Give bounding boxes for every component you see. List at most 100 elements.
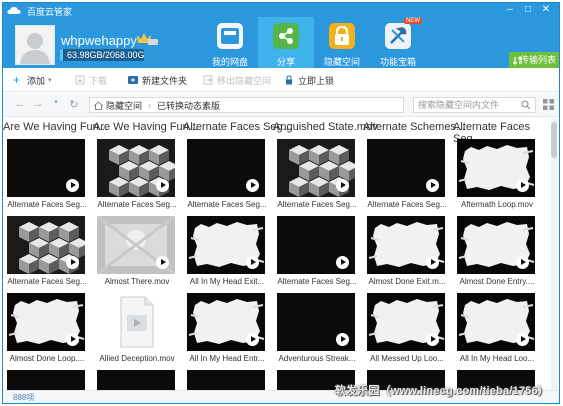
file-tile[interactable]: Aftermath Loop.mov <box>453 137 539 214</box>
video-thumbnail[interactable] <box>7 293 85 351</box>
file-tile[interactable]: Alternate Faces Seg... <box>3 137 89 214</box>
vip-crown-icon[interactable] <box>136 32 158 46</box>
file-name: Almost Done Exit.m... <box>368 277 446 286</box>
grid-view-icon[interactable] <box>543 99 554 110</box>
play-icon[interactable] <box>66 256 79 269</box>
video-thumbnail[interactable] <box>457 216 535 274</box>
transfer-list-label: 传输列表 <box>519 55 556 65</box>
play-icon[interactable] <box>66 179 79 192</box>
default-avatar-icon <box>20 33 50 64</box>
scrollbar[interactable] <box>551 118 557 390</box>
transfer-list-button[interactable]: 传输列表 <box>509 52 559 68</box>
video-thumbnail[interactable] <box>7 216 85 274</box>
item-count: 888项 <box>13 393 35 402</box>
video-thumbnail[interactable] <box>277 216 355 274</box>
file-tile[interactable]: Almost Done Entry.... <box>453 214 539 291</box>
file-name: All In My Head Entr... <box>189 354 265 363</box>
file-tile[interactable]: Alternate Faces Seg... <box>93 137 179 214</box>
video-thumbnail[interactable] <box>187 370 265 390</box>
video-file-icon[interactable] <box>97 293 175 351</box>
download-button[interactable]: 下载 <box>75 73 107 87</box>
file-tile[interactable]: Almost Done Loop.... <box>3 291 89 368</box>
play-icon[interactable] <box>516 333 529 346</box>
video-thumbnail[interactable] <box>277 139 355 197</box>
file-name: Alternate Faces Seg... <box>277 277 357 286</box>
play-icon[interactable] <box>156 256 169 269</box>
nav-label: 功能宝箱 <box>379 57 416 67</box>
file-tile[interactable]: Alternate Faces Seg... <box>183 137 269 214</box>
lock-now-button[interactable]: 立即上锁 <box>284 73 334 87</box>
file-tile[interactable]: Alternate Faces Seg... <box>273 137 359 214</box>
new-badge: NEW <box>404 18 422 24</box>
chevron-down-icon[interactable]: ▾ <box>47 98 65 111</box>
file-tile[interactable]: All In My Head Loo... <box>453 291 539 368</box>
video-thumbnail[interactable] <box>367 216 445 274</box>
minimize-button[interactable]: – <box>501 3 519 16</box>
search-icon[interactable] <box>521 100 531 110</box>
video-thumbnail[interactable] <box>7 139 85 197</box>
video-thumbnail[interactable] <box>97 370 175 390</box>
play-icon[interactable] <box>246 333 259 346</box>
username[interactable]: whpwehappy <box>61 33 137 48</box>
forward-arrow-icon[interactable]: → <box>29 98 47 111</box>
play-icon[interactable] <box>426 179 439 192</box>
file-tile[interactable]: Almost Done Exit.m... <box>363 214 449 291</box>
play-icon[interactable] <box>516 179 529 192</box>
video-thumbnail[interactable] <box>97 216 175 274</box>
crumb-current[interactable]: 已转换动态素版 <box>157 99 220 112</box>
file-tile[interactable]: All In My Head Exit... <box>183 214 269 291</box>
play-icon[interactable] <box>246 179 259 192</box>
file-tile[interactable]: Adventurous Streak... <box>273 291 359 368</box>
video-thumbnail[interactable] <box>457 293 535 351</box>
close-button[interactable]: ✕ <box>537 3 555 16</box>
file-tile[interactable]: All In My Head Entr... <box>183 291 269 368</box>
avatar[interactable] <box>15 25 55 65</box>
video-thumbnail[interactable] <box>457 139 535 197</box>
file-name: Alternate Faces Seg... <box>7 277 87 286</box>
file-tile[interactable]: All Messed Up Loo... <box>363 291 449 368</box>
scroll-thumb[interactable] <box>551 122 557 158</box>
play-icon[interactable] <box>336 256 349 269</box>
home-icon[interactable] <box>94 100 103 110</box>
file-name: Adventurous Streak... <box>278 354 356 363</box>
file-tile[interactable]: Almost There.mov <box>93 214 179 291</box>
maximize-button[interactable]: □ <box>519 3 537 16</box>
watermark: 软发乐园（www.linecg.com/tieba/1756） <box>334 385 549 397</box>
file-tile[interactable]: Alternate Faces Seg... <box>273 214 359 291</box>
video-thumbnail[interactable] <box>277 293 355 351</box>
new-folder-button[interactable]: 新建文件夹 <box>128 73 187 87</box>
play-icon[interactable] <box>336 333 349 346</box>
video-thumbnail[interactable] <box>97 139 175 197</box>
new-folder-label: 新建文件夹 <box>142 75 188 86</box>
file-name: Almost There.mov <box>104 277 170 286</box>
play-icon[interactable] <box>156 179 169 192</box>
back-arrow-icon[interactable]: ← <box>11 98 29 111</box>
move-out-label: 移出隐藏空间 <box>217 75 272 86</box>
video-thumbnail[interactable] <box>367 293 445 351</box>
nav-share[interactable]: 分享 <box>258 17 314 68</box>
video-thumbnail[interactable] <box>367 139 445 197</box>
nav-my-drive[interactable]: 我的网盘 <box>202 17 258 68</box>
chevron-down-icon: ▾ <box>48 77 52 84</box>
search-input[interactable]: 搜索隐藏空间内文件 <box>413 97 536 113</box>
video-thumbnail[interactable] <box>187 139 265 197</box>
add-button[interactable]: + 添加 ▾ <box>13 73 52 87</box>
play-icon[interactable] <box>66 333 79 346</box>
crumb-root[interactable]: 隐藏空间 <box>106 99 142 112</box>
nav-toolbox[interactable]: NEW 功能宝箱 <box>370 17 426 68</box>
video-thumbnail[interactable] <box>187 216 265 274</box>
play-icon[interactable] <box>516 256 529 269</box>
play-icon[interactable] <box>246 256 259 269</box>
file-name: All In My Head Exit... <box>189 277 265 286</box>
move-out-button[interactable]: 移出隐藏空间 <box>203 73 271 87</box>
play-icon[interactable] <box>426 256 439 269</box>
play-icon[interactable] <box>426 333 439 346</box>
refresh-icon[interactable]: ↻ <box>65 98 83 111</box>
file-tile[interactable]: Alternate Faces Seg... <box>3 214 89 291</box>
file-tile[interactable]: Allied Deception.mov <box>93 291 179 368</box>
file-tile[interactable]: Alternate Faces Seg... <box>363 137 449 214</box>
nav-hidden-space[interactable]: 隐藏空间 <box>314 17 370 68</box>
video-thumbnail[interactable] <box>187 293 265 351</box>
play-icon[interactable] <box>336 179 349 192</box>
video-thumbnail[interactable] <box>7 370 85 390</box>
